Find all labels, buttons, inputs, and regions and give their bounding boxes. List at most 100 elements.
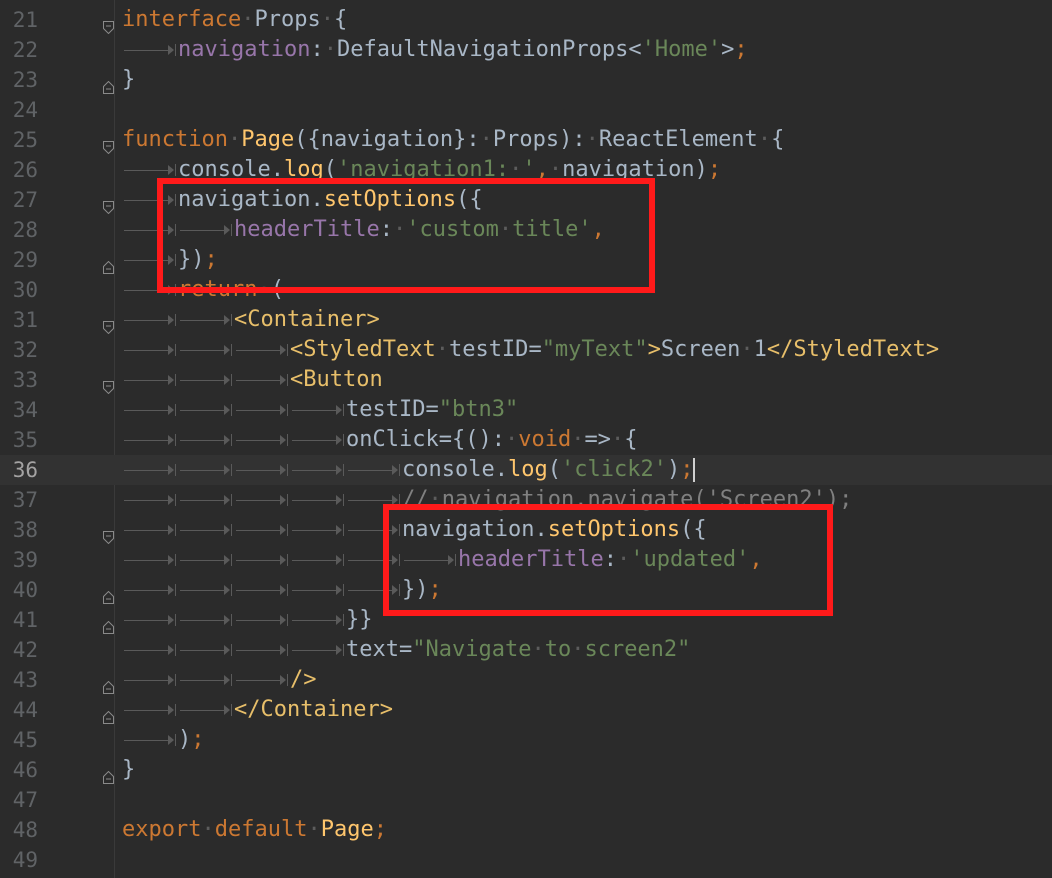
code-line[interactable]: 34 testID="btn3" [0, 395, 1052, 425]
code-text[interactable]: <Button [290, 365, 383, 395]
line-number[interactable]: 29 [0, 245, 38, 275]
line-number[interactable]: 38 [0, 515, 38, 545]
code-line[interactable]: 32 <StyledText·testID="myText">Screen·1</… [0, 335, 1052, 365]
code-text[interactable]: <StyledText·testID="myText">Screen·1</St… [290, 335, 939, 365]
fold-close-icon[interactable] [103, 73, 114, 94]
code-text[interactable]: } [122, 755, 135, 785]
code-text[interactable]: onClick={():·void·=>·{ [346, 425, 637, 455]
code-text[interactable]: headerTitle:·'custom·title', [234, 215, 605, 245]
line-number[interactable]: 31 [0, 305, 38, 335]
code-text[interactable]: } [122, 65, 135, 95]
code-line[interactable]: 31 <Container> [0, 305, 1052, 335]
code-line[interactable]: 47 [0, 785, 1052, 815]
line-number[interactable]: 25 [0, 125, 38, 155]
code-line[interactable]: 43 /> [0, 665, 1052, 695]
line-number[interactable]: 41 [0, 605, 38, 635]
code-text[interactable]: }} [346, 605, 373, 635]
line-number[interactable]: 27 [0, 185, 38, 215]
code-line[interactable]: 27 navigation.setOptions({ [0, 185, 1052, 215]
code-line[interactable]: 22 navigation:·DefaultNavigationProps<'Ho… [0, 35, 1052, 65]
code-line[interactable]: 44 </Container> [0, 695, 1052, 725]
code-line[interactable]: 39 headerTitle:·'updated', [0, 545, 1052, 575]
code-text[interactable]: headerTitle:·'updated', [458, 545, 763, 575]
code-text[interactable]: navigation.setOptions({ [402, 515, 707, 545]
code-text[interactable]: navigation.setOptions({ [178, 185, 483, 215]
line-number[interactable]: 36 [0, 455, 38, 485]
line-number[interactable]: 40 [0, 575, 38, 605]
code-line[interactable]: 36 console.log('click2'); [0, 455, 1052, 485]
code-line[interactable]: 33 <Button [0, 365, 1052, 395]
code-text[interactable]: //·navigation.navigate('Screen2'); [402, 485, 852, 515]
line-number[interactable]: 42 [0, 635, 38, 665]
fold-open-icon[interactable] [103, 13, 114, 35]
line-number[interactable]: 24 [0, 95, 38, 125]
code-line[interactable]: 40}); [0, 575, 1052, 605]
line-number[interactable]: 45 [0, 725, 38, 755]
fold-close-icon[interactable] [103, 703, 114, 724]
fold-close-icon[interactable] [103, 253, 114, 274]
line-number[interactable]: 48 [0, 815, 38, 845]
line-number[interactable]: 44 [0, 695, 38, 725]
code-line[interactable]: 41}} [0, 605, 1052, 635]
line-number[interactable]: 33 [0, 365, 38, 395]
line-number[interactable]: 34 [0, 395, 38, 425]
code-text[interactable]: }); [178, 245, 218, 275]
code-line[interactable]: 28 headerTitle:·'custom·title', [0, 215, 1052, 245]
line-number[interactable]: 39 [0, 545, 38, 575]
line-number[interactable]: 46 [0, 755, 38, 785]
tab-arrow-icon [178, 485, 234, 515]
line-number[interactable]: 23 [0, 65, 38, 95]
line-number[interactable]: 30 [0, 275, 38, 305]
fold-close-icon[interactable] [103, 673, 114, 694]
code-line[interactable]: 30 return·( [0, 275, 1052, 305]
line-number[interactable]: 28 [0, 215, 38, 245]
code-line[interactable]: 46} [0, 755, 1052, 785]
code-text[interactable]: console.log('navigation1:·',·navigation)… [178, 155, 721, 185]
code-line[interactable]: 49 [0, 845, 1052, 875]
fold-close-icon[interactable] [103, 763, 114, 784]
code-line[interactable]: 35 onClick={():·void·=>·{ [0, 425, 1052, 455]
code-text[interactable]: return·( [178, 275, 284, 305]
code-line[interactable]: 26 console.log('navigation1:·',·navigatio… [0, 155, 1052, 185]
code-text[interactable]: <Container> [234, 305, 380, 335]
code-editor[interactable]: 21 interface·Props·{ 22 navigation:·Default… [0, 0, 1052, 878]
code-line[interactable]: 23} [0, 65, 1052, 95]
code-text[interactable]: testID="btn3" [346, 395, 518, 425]
code-line[interactable]: 29}); [0, 245, 1052, 275]
fold-open-icon[interactable] [103, 193, 114, 215]
line-number[interactable]: 21 [0, 5, 38, 35]
line-number[interactable]: 49 [0, 845, 38, 875]
code-text[interactable]: interface·Props·{ [122, 5, 347, 35]
code-text[interactable]: navigation:·DefaultNavigationProps<'Home… [178, 35, 748, 65]
line-number[interactable]: 32 [0, 335, 38, 365]
code-text[interactable]: function·Page({navigation}:·Props):·Reac… [122, 125, 784, 155]
code-text[interactable]: console.log('click2'); [402, 455, 696, 485]
code-text[interactable]: /> [290, 665, 317, 695]
fold-open-icon[interactable] [103, 313, 114, 335]
code-line[interactable]: 24 [0, 95, 1052, 125]
line-number[interactable]: 22 [0, 35, 38, 65]
code-line[interactable]: 21 interface·Props·{ [0, 5, 1052, 35]
code-line[interactable]: 38 navigation.setOptions({ [0, 515, 1052, 545]
line-number[interactable]: 47 [0, 785, 38, 815]
code-line[interactable]: 45); [0, 725, 1052, 755]
fold-open-icon[interactable] [103, 133, 114, 155]
line-number[interactable]: 37 [0, 485, 38, 515]
code-line[interactable]: 48 export·default·Page; [0, 815, 1052, 845]
code-line[interactable]: 25 function·Page({navigation}:·Props):·Re… [0, 125, 1052, 155]
fold-close-icon[interactable] [103, 583, 114, 604]
code-text[interactable]: </Container> [234, 695, 393, 725]
code-text[interactable]: ); [178, 725, 205, 755]
code-text[interactable]: export·default·Page; [122, 815, 387, 845]
code-line[interactable]: 37 //·navigation.navigate('Screen2'); [0, 485, 1052, 515]
line-number[interactable]: 43 [0, 665, 38, 695]
code-token: { [771, 127, 785, 152]
line-number[interactable]: 35 [0, 425, 38, 455]
code-line[interactable]: 42 text="Navigate·to·screen2" [0, 635, 1052, 665]
fold-open-icon[interactable] [103, 373, 114, 395]
fold-close-icon[interactable] [103, 613, 114, 634]
fold-open-icon[interactable] [103, 523, 114, 545]
line-number[interactable]: 26 [0, 155, 38, 185]
code-text[interactable]: }); [402, 575, 442, 605]
code-text[interactable]: text="Navigate·to·screen2" [346, 635, 690, 665]
